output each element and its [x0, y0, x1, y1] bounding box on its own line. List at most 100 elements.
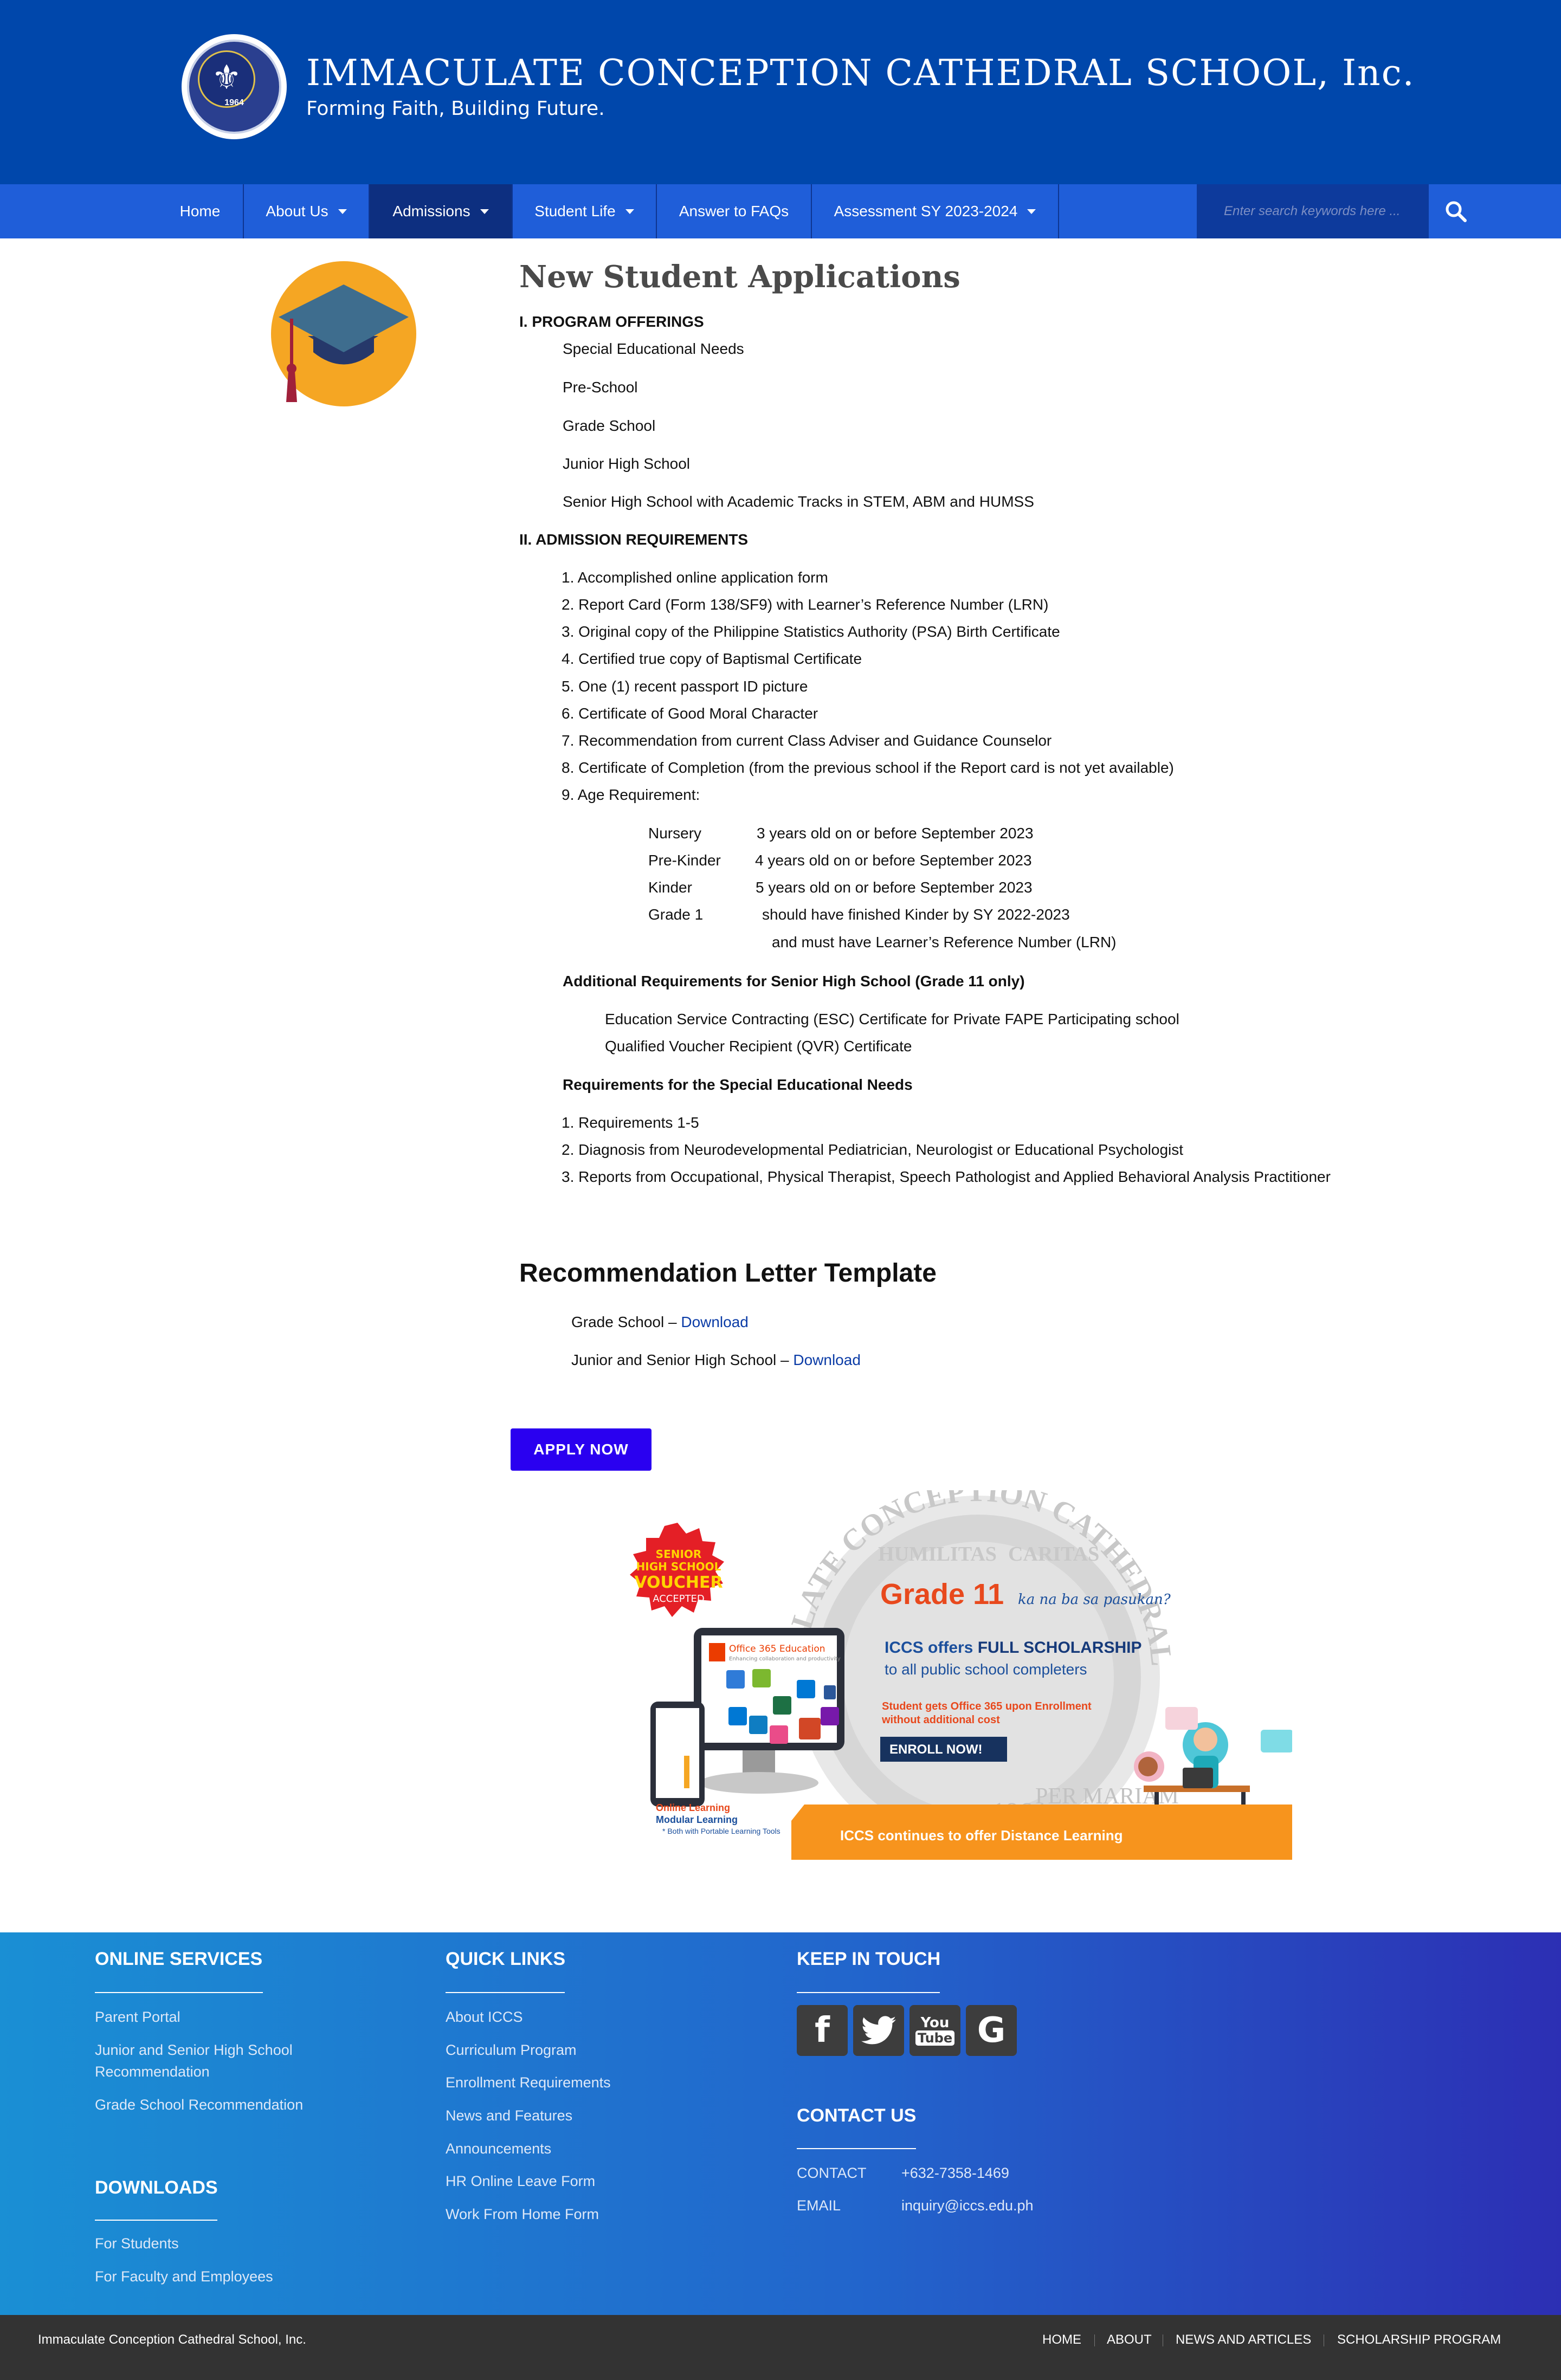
download-link[interactable]: Download: [681, 1314, 749, 1330]
sen-item: 1. Requirements 1-5: [562, 1114, 699, 1131]
bottom-link-about[interactable]: ABOUT: [1107, 2332, 1152, 2347]
youtube-you: You: [920, 2015, 950, 2031]
age-requirement: should have finished Kinder by SY 2022-2…: [762, 906, 1070, 923]
footer-link-jhs-shs-rec-2[interactable]: Recommendation: [95, 2059, 210, 2084]
nav-admissions-label: Admissions: [392, 203, 470, 219]
site-title-text: IMMACULATE CONCEPTION CATHEDRAL SCHOOL, …: [306, 52, 1415, 94]
search-input[interactable]: [1197, 184, 1429, 238]
nav-student-life[interactable]: Student Life: [513, 184, 657, 238]
requirement-item: 7. Recommendation from current Class Adv…: [562, 732, 1052, 749]
contact-us-heading: CONTACT US: [797, 2105, 917, 2126]
school-logo[interactable]: ⚜ 1964: [182, 34, 287, 139]
age-level: Nursery: [648, 825, 702, 842]
shs-requirements-heading: Additional Requirements for Senior High …: [563, 973, 1025, 989]
footer-link-for-faculty[interactable]: For Faculty and Employees: [95, 2264, 273, 2289]
age-note: and must have Learner’s Reference Number…: [772, 934, 1117, 950]
requirement-item: 9. Age Requirement:: [562, 786, 700, 803]
fleur-de-lis-icon: ⚜: [211, 57, 242, 97]
nav-home-label: Home: [179, 203, 221, 219]
nav-admissions[interactable]: Admissions: [370, 184, 513, 238]
google-icon[interactable]: G: [966, 2005, 1017, 2056]
office-subtitle: Enhancing collaboration and productivity: [729, 1656, 841, 1662]
contact-email[interactable]: inquiry@iccs.edu.ph: [901, 2193, 1034, 2218]
banner-office-line1: Student gets Office 365 upon Enrollment: [882, 1700, 1092, 1712]
contact-label: CONTACT: [797, 2165, 867, 2181]
seal-motto-2: CARITAS: [1008, 1543, 1099, 1566]
nav-student-life-label: Student Life: [534, 203, 616, 219]
voucher-badge-line: VOUCHER: [634, 1573, 723, 1592]
recommendation-title: Recommendation Letter Template: [519, 1259, 937, 1288]
promo-banner[interactable]: CULATE CONCEPTION CATHEDRAL SCHOOL 1964 …: [612, 1490, 1292, 1860]
requirement-item: 5. One (1) recent passport ID picture: [562, 678, 808, 695]
rec-label: Grade School –: [571, 1314, 681, 1330]
bottom-link-news[interactable]: NEWS AND ARTICLES: [1176, 2332, 1311, 2347]
nav-home[interactable]: Home: [157, 184, 244, 238]
site-title[interactable]: IMMACULATE CONCEPTION CATHEDRAL SCHOOL, …: [306, 52, 1415, 94]
age-requirement: 4 years old on or before September 2023: [755, 852, 1032, 869]
contact-phone[interactable]: +632-7358-1469: [901, 2161, 1009, 2185]
keep-in-touch-heading: KEEP IN TOUCH: [797, 1949, 941, 1969]
bottom-link-scholarship[interactable]: SCHOLARSHIP PROGRAM: [1337, 2332, 1501, 2347]
age-level: Pre-Kinder: [648, 852, 721, 869]
online-services-heading: ONLINE SERVICES: [95, 1949, 263, 1969]
nav-assessment[interactable]: Assessment SY 2023-2024: [812, 184, 1059, 238]
facebook-icon[interactable]: f: [797, 2005, 848, 2056]
download-link[interactable]: Download: [793, 1351, 861, 1368]
sen-item: 2. Diagnosis from Neurodevelopmental Ped…: [562, 1141, 1184, 1158]
divider: [95, 2220, 217, 2221]
logo-year: 1964: [224, 98, 244, 107]
footer-link-wfh[interactable]: Work From Home Form: [446, 2202, 599, 2227]
search-button[interactable]: [1429, 184, 1483, 238]
site-tagline: Forming Faith, Building Future.: [306, 98, 605, 120]
quick-links-heading: QUICK LINKS: [446, 1949, 565, 1969]
email-label: EMAIL: [797, 2197, 841, 2214]
voucher-badge-line: ACCEPTED: [653, 1593, 705, 1605]
banner-grade-tagline: ka na ba sa pasukan?: [1018, 1592, 1171, 1608]
copyright-text: Immaculate Conception Cathedral School, …: [38, 2332, 306, 2347]
program-item: Pre-School: [563, 379, 638, 396]
bottom-link-home[interactable]: HOME: [1042, 2332, 1081, 2347]
voucher-badge-line: HIGH SCHOOL: [636, 1560, 721, 1573]
voucher-badge-line: SENIOR: [656, 1548, 702, 1561]
graduation-cap-icon: [270, 260, 417, 408]
divider: [446, 1992, 565, 1993]
portable-tools-text: * Both with Portable Learning Tools: [662, 1827, 780, 1835]
search-box: [1197, 184, 1429, 238]
banner-art: CULATE CONCEPTION CATHEDRAL SCHOOL 1964 …: [612, 1490, 1292, 1860]
search-icon: [1446, 201, 1467, 222]
modular-learning-text: Modular Learning: [656, 1814, 738, 1825]
footer-link-hr-leave[interactable]: HR Online Leave Form: [446, 2169, 595, 2194]
nav-about-us[interactable]: About Us: [244, 184, 370, 238]
divider: [797, 1992, 940, 1993]
sen-requirements-heading: Requirements for the Special Educational…: [563, 1076, 913, 1093]
footer-link-announcements[interactable]: Announcements: [446, 2136, 551, 2161]
age-requirement: 3 years old on or before September 2023: [757, 825, 1034, 842]
footer-link-curriculum[interactable]: Curriculum Program: [446, 2038, 577, 2062]
distance-learning-text: ICCS continues to offer Distance Learnin…: [840, 1827, 1123, 1844]
footer-link-gs-rec[interactable]: Grade School Recommendation: [95, 2092, 303, 2117]
divider: [797, 2148, 916, 2149]
apply-now-button[interactable]: APPLY NOW: [511, 1428, 652, 1471]
nav-faqs[interactable]: Answer to FAQs: [657, 184, 812, 238]
footer-link-about-iccs[interactable]: About ICCS: [446, 2004, 523, 2029]
rec-grade-school: Grade School – Download: [571, 1314, 749, 1331]
age-level: Grade 1: [648, 906, 704, 923]
footer-link-enrollment[interactable]: Enrollment Requirements: [446, 2070, 611, 2095]
shs-item: Education Service Contracting (ESC) Cert…: [605, 1011, 1179, 1027]
rec-jhs-shs: Junior and Senior High School – Download: [571, 1351, 861, 1369]
banner-offer-a: ICCS offers: [885, 1639, 978, 1657]
chevron-down-icon: [338, 209, 347, 214]
rec-label: Junior and Senior High School –: [571, 1351, 794, 1368]
youtube-tube: Tube: [915, 2030, 955, 2046]
seal-motto-1: HUMILITAS: [878, 1543, 997, 1566]
footer-link-for-students[interactable]: For Students: [95, 2231, 179, 2256]
youtube-icon[interactable]: You Tube: [909, 2005, 960, 2056]
requirement-item: 3. Original copy of the Philippine Stati…: [562, 623, 1060, 640]
svg-text:ICCS offers FULL SCHOLARSHIP: ICCS offers FULL SCHOLARSHIP: [885, 1639, 1142, 1657]
twitter-icon[interactable]: [853, 2005, 904, 2056]
footer-link-news[interactable]: News and Features: [446, 2103, 572, 2128]
footer-link-parent-portal[interactable]: Parent Portal: [95, 2004, 180, 2029]
age-level: Kinder: [648, 879, 692, 896]
age-requirement: 5 years old on or before September 2023: [756, 879, 1033, 896]
site-header: ⚜ 1964 IMMACULATE CONCEPTION CATHEDRAL S…: [0, 0, 1561, 184]
